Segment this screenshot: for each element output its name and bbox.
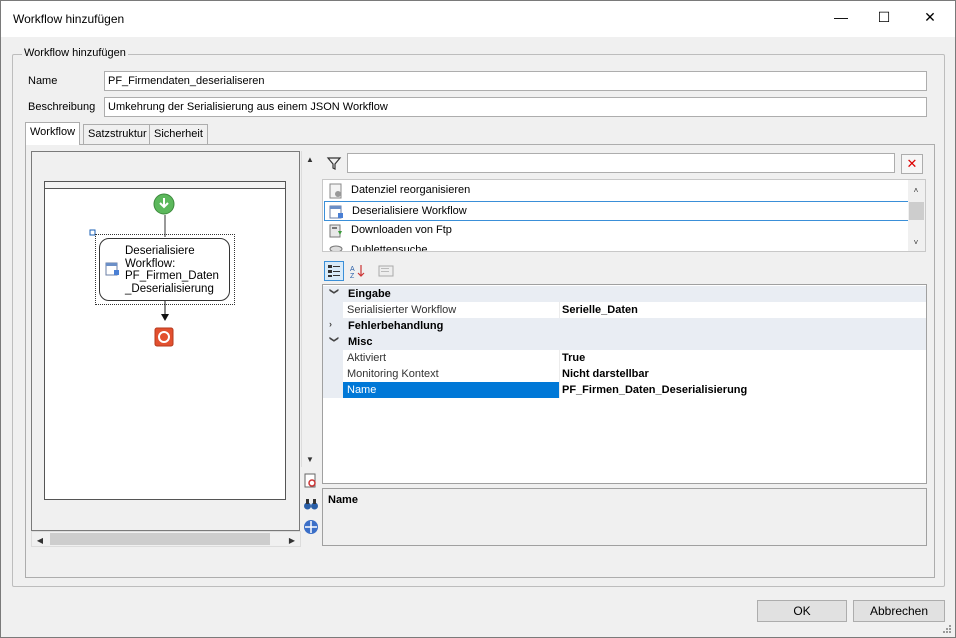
scroll-right-arrow[interactable]: ▶ bbox=[284, 532, 300, 548]
categorized-view-button[interactable] bbox=[324, 261, 344, 281]
column-divider bbox=[559, 350, 560, 366]
zoom-page-icon[interactable] bbox=[303, 473, 319, 489]
property-row[interactable]: Monitoring Kontext Nicht darstellbar bbox=[323, 366, 926, 382]
activity-label: Deserialisiere Workflow bbox=[352, 205, 467, 217]
start-icon[interactable] bbox=[151, 191, 177, 217]
collapse-icon[interactable]: ❯ bbox=[329, 336, 340, 346]
property-value[interactable]: PF_Firmen_Daten_Deserialisierung bbox=[562, 384, 747, 396]
property-name: Monitoring Kontext bbox=[347, 368, 439, 380]
category-label: Misc bbox=[348, 336, 373, 348]
name-label: Name bbox=[28, 75, 58, 87]
property-pages-button[interactable] bbox=[376, 261, 396, 281]
tab-workflow[interactable]: Workflow bbox=[25, 122, 81, 145]
column-divider bbox=[559, 382, 560, 398]
designer-vertical-scrollbar[interactable]: ▲ ▼ bbox=[301, 151, 318, 467]
duplicate-search-icon bbox=[329, 245, 343, 251]
activity-list[interactable]: Datenziel reorganisieren Deserialisiere … bbox=[322, 179, 926, 252]
group-caption: Workflow hinzufügen bbox=[22, 47, 128, 59]
row-gutter bbox=[323, 382, 343, 398]
tab-sicherheit[interactable]: Sicherheit bbox=[149, 124, 208, 144]
property-name: Aktiviert bbox=[347, 352, 387, 364]
category-row-fehlerbehandlung[interactable]: › Fehlerbehandlung bbox=[323, 318, 926, 334]
list-item[interactable]: Downloaden von Ftp bbox=[324, 221, 909, 241]
column-divider bbox=[559, 366, 560, 382]
property-value[interactable]: Nicht darstellbar bbox=[562, 368, 649, 380]
list-item[interactable]: Deserialisiere Workflow bbox=[324, 201, 909, 221]
list-scroll-up-arrow[interactable]: ˄ bbox=[908, 182, 924, 198]
arrow-connector bbox=[161, 301, 169, 321]
dialog-window: Workflow hinzufügen — ☐ ✕ Workflow hinzu… bbox=[0, 0, 956, 638]
pan-icon[interactable] bbox=[303, 519, 319, 535]
tab-satzstruktur[interactable]: Satzstruktur bbox=[83, 124, 152, 144]
property-description-panel: Name bbox=[322, 488, 927, 546]
property-grid-toolbar: AZ bbox=[322, 258, 926, 284]
property-row[interactable]: Serialisierter Workflow Serielle_Daten bbox=[323, 302, 926, 318]
scroll-thumb[interactable] bbox=[50, 533, 270, 545]
category-label: Fehlerbehandlung bbox=[348, 320, 444, 332]
sort-alpha-icon: AZ bbox=[350, 265, 365, 279]
property-grid[interactable]: ❯ Eingabe Serialisierter Workflow Seriel… bbox=[322, 284, 927, 484]
property-name: Name bbox=[347, 384, 377, 396]
ftp-download-icon bbox=[329, 224, 342, 238]
activity-filter-input[interactable] bbox=[347, 153, 895, 173]
stop-icon[interactable] bbox=[154, 327, 174, 347]
name-field[interactable]: PF_Firmendaten_deserialiseren bbox=[104, 71, 927, 91]
category-row-misc[interactable]: ❯ Misc bbox=[323, 334, 926, 350]
activity-list-scrollbar[interactable]: ˄ ˅ bbox=[908, 180, 925, 251]
find-binoculars-icon[interactable] bbox=[303, 496, 319, 512]
list-item[interactable]: Dublettensuche bbox=[324, 241, 909, 252]
deserialize-icon bbox=[329, 205, 343, 219]
window-title: Workflow hinzufügen bbox=[13, 12, 125, 26]
deserialize-node-icon bbox=[105, 262, 119, 276]
property-value[interactable]: True bbox=[562, 352, 585, 364]
expand-icon[interactable]: › bbox=[329, 319, 339, 329]
property-row-selected[interactable]: Name PF_Firmen_Daten_Deserialisierung bbox=[323, 382, 926, 398]
category-row-eingabe[interactable]: ❯ Eingabe bbox=[323, 286, 926, 302]
reorganize-icon bbox=[329, 183, 342, 199]
scroll-down-arrow[interactable]: ▼ bbox=[302, 451, 318, 467]
property-name: Serialisierter Workflow bbox=[347, 304, 457, 316]
categorized-icon bbox=[328, 265, 340, 277]
cancel-button[interactable]: Abbrechen bbox=[853, 600, 945, 622]
resize-grip-icon[interactable] bbox=[942, 624, 952, 634]
designer-horizontal-scrollbar[interactable]: ◀ ▶ bbox=[31, 531, 301, 547]
title-bar: Workflow hinzufügen — ☐ ✕ bbox=[1, 1, 955, 37]
workflow-node-label: Deserialisiere Workflow: PF_Firmen_Daten… bbox=[125, 245, 219, 295]
description-title: Name bbox=[328, 494, 358, 506]
list-scroll-thumb[interactable] bbox=[909, 202, 924, 220]
designer-tools bbox=[303, 473, 320, 542]
list-item[interactable]: Datenziel reorganisieren bbox=[324, 181, 909, 201]
row-gutter bbox=[323, 350, 343, 366]
property-pages-icon bbox=[378, 265, 394, 277]
activity-label: Downloaden von Ftp bbox=[351, 224, 452, 236]
sequence-header bbox=[45, 182, 285, 189]
activity-label: Datenziel reorganisieren bbox=[351, 184, 471, 196]
row-gutter bbox=[323, 366, 343, 382]
description-field[interactable]: Umkehrung der Serialisierung aus einem J… bbox=[104, 97, 927, 117]
list-scroll-down-arrow[interactable]: ˅ bbox=[908, 234, 924, 250]
minimize-button[interactable]: — bbox=[818, 1, 864, 33]
description-label: Beschreibung bbox=[28, 101, 96, 113]
ok-button[interactable]: OK bbox=[757, 600, 847, 622]
column-divider bbox=[559, 302, 560, 318]
close-button[interactable]: ✕ bbox=[907, 1, 953, 33]
svg-text:A: A bbox=[350, 266, 355, 273]
row-gutter bbox=[323, 302, 343, 318]
activity-label: Dublettensuche bbox=[351, 244, 428, 252]
maximize-button[interactable]: ☐ bbox=[861, 1, 907, 33]
property-row[interactable]: Aktiviert True bbox=[323, 350, 926, 366]
collapse-icon[interactable]: ❯ bbox=[329, 288, 340, 298]
clear-filter-icon[interactable]: ✕ bbox=[901, 154, 923, 174]
category-label: Eingabe bbox=[348, 288, 391, 300]
property-value[interactable]: Serielle_Daten bbox=[562, 304, 638, 316]
scroll-left-arrow[interactable]: ◀ bbox=[32, 532, 48, 548]
filter-icon[interactable] bbox=[326, 155, 342, 171]
scroll-up-arrow[interactable]: ▲ bbox=[302, 151, 318, 167]
svg-text:Z: Z bbox=[350, 273, 355, 279]
alphabetical-view-button[interactable]: AZ bbox=[347, 261, 367, 281]
